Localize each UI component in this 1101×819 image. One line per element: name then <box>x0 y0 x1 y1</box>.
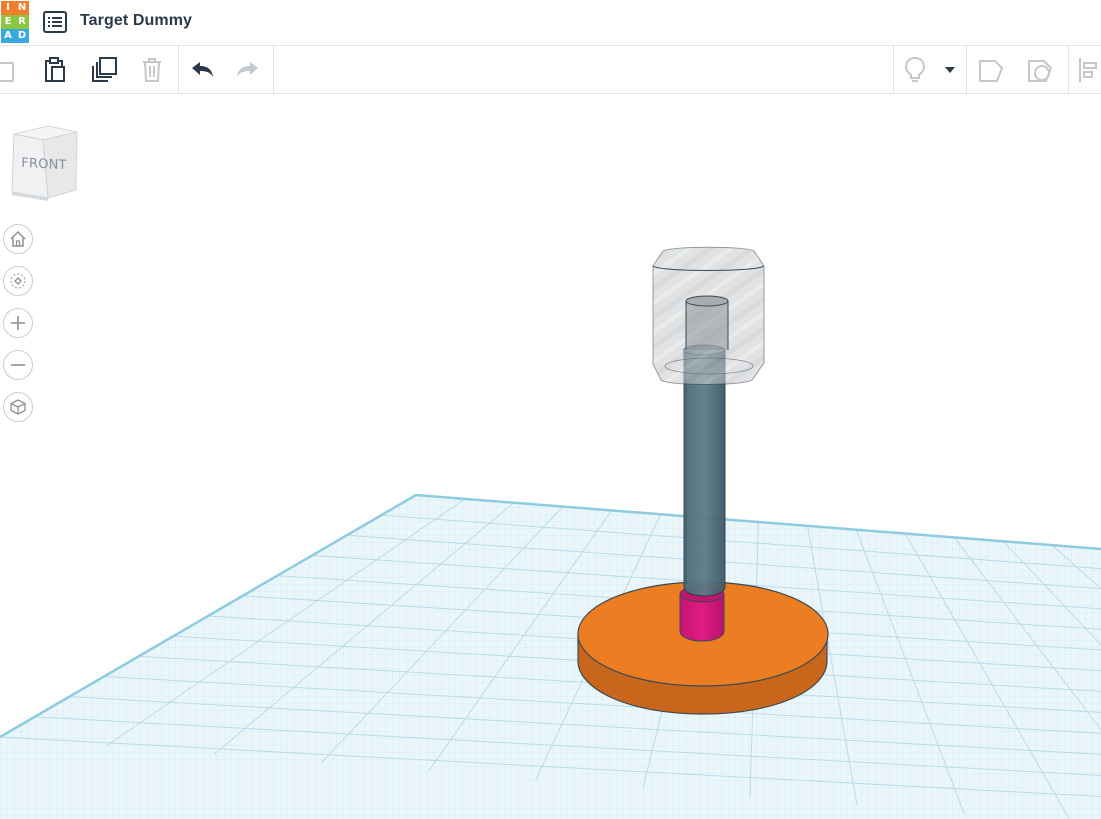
zoom-in-button[interactable] <box>3 308 33 338</box>
title-bar: I N E R A D Target Dummy <box>0 0 1101 46</box>
delete-icon <box>143 57 161 82</box>
list-menu-icon <box>43 11 67 33</box>
logo-letter: N <box>15 1 29 15</box>
ortho-perspective-button[interactable] <box>3 392 33 422</box>
home-view-icon <box>10 230 26 247</box>
design-title[interactable]: Target Dummy <box>80 12 192 30</box>
3d-viewport[interactable]: FRONT <box>0 94 1101 819</box>
toolbar <box>0 46 1101 94</box>
shape-hole-icon <box>1028 59 1052 82</box>
shape-solid-icon <box>979 59 1003 82</box>
logo-letter: I <box>1 1 15 15</box>
duplicate-button[interactable] <box>84 46 124 93</box>
undo-icon <box>192 61 213 77</box>
copy-button[interactable] <box>0 46 24 93</box>
align-button[interactable] <box>1072 46 1101 93</box>
logo-letter: A <box>1 29 15 43</box>
undo-button[interactable] <box>182 46 222 93</box>
solid-shape-button[interactable] <box>971 46 1011 93</box>
copy-icon <box>0 61 14 82</box>
tinkercad-logo[interactable]: I N E R A D <box>1 1 31 43</box>
notes-dropdown-button[interactable] <box>932 46 968 93</box>
redo-icon <box>237 61 258 77</box>
fit-all-icon <box>10 273 26 289</box>
toolbar-separator <box>273 46 274 93</box>
duplicate-icon <box>92 56 117 82</box>
home-view-button[interactable] <box>3 224 33 254</box>
dropdown-arrow-icon <box>945 66 955 73</box>
zoom-out-button[interactable] <box>3 350 33 380</box>
logo-letter: R <box>15 15 29 29</box>
scene-canvas[interactable] <box>0 94 1101 819</box>
fit-all-button[interactable] <box>3 266 33 296</box>
view-cube[interactable]: FRONT <box>8 125 80 202</box>
toolbar-separator <box>178 46 179 93</box>
design-menu-button[interactable] <box>42 9 68 35</box>
redo-button[interactable] <box>228 46 268 93</box>
logo-letter: E <box>1 15 15 29</box>
ortho-perspective-icon <box>10 399 26 415</box>
zoom-in-icon <box>11 316 25 330</box>
zoom-out-icon <box>11 364 25 366</box>
toolbar-separator <box>966 46 967 93</box>
toolbar-separator <box>1068 46 1069 93</box>
paste-button[interactable] <box>35 46 75 93</box>
view-cube-front-label: FRONT <box>21 155 67 174</box>
logo-letter: D <box>15 29 29 43</box>
workplane-grid[interactable] <box>0 484 1101 819</box>
delete-button[interactable] <box>132 46 172 93</box>
toolbar-separator <box>893 46 894 93</box>
paste-icon <box>45 56 65 82</box>
hole-shape-button[interactable] <box>1020 46 1060 93</box>
lightbulb-icon <box>904 56 926 82</box>
align-icon <box>1078 57 1097 82</box>
head-hole-cylinder[interactable] <box>652 246 765 385</box>
notes-button[interactable] <box>895 46 935 93</box>
